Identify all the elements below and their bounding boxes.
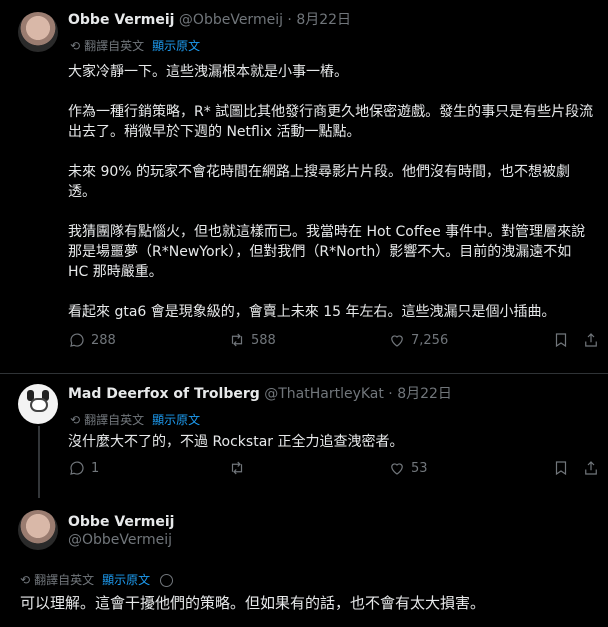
share-icon bbox=[585, 333, 597, 347]
bookmark-icon bbox=[555, 461, 567, 476]
translation-bar: ⟲ 翻譯自英文 顯示原文 bbox=[20, 572, 174, 588]
translate-label: 翻譯自英文 bbox=[34, 573, 95, 587]
like-button[interactable]: 7,256 bbox=[388, 331, 448, 349]
reply-button[interactable]: 1 bbox=[68, 459, 99, 477]
like-count: 7,256 bbox=[411, 332, 449, 348]
avatar[interactable] bbox=[18, 12, 58, 52]
retweet-icon bbox=[231, 461, 243, 475]
avatar[interactable] bbox=[18, 510, 58, 550]
retweet-button[interactable] bbox=[228, 459, 246, 477]
bookmark-button[interactable] bbox=[552, 459, 570, 477]
author-name[interactable]: Mad Deerfox of Trolberg bbox=[68, 386, 260, 402]
reply-icon bbox=[70, 333, 84, 347]
retweet-count: 588 bbox=[251, 332, 276, 348]
like-icon bbox=[391, 335, 403, 347]
show-original-link[interactable]: 顯示原文 bbox=[102, 572, 150, 588]
tweet-text: 可以理解。這會干擾他們的策略。但如果有的話，也不會有太大損害。 bbox=[20, 594, 486, 612]
tweet-2[interactable]: Mad Deerfox of Trolberg @ThatHartleyKat … bbox=[0, 374, 608, 502]
retweet-icon bbox=[231, 333, 243, 347]
retweet-button[interactable]: 588 bbox=[228, 331, 276, 349]
like-count: 53 bbox=[411, 460, 428, 476]
bookmark-icon bbox=[555, 333, 567, 348]
show-original-link[interactable]: 顯示原文 bbox=[152, 38, 200, 54]
reply-count: 1 bbox=[91, 460, 100, 476]
tweet-text: 沒什麼大不了的，不過 Rockstar 正全力追查洩密者。 bbox=[68, 434, 404, 450]
reply-button[interactable]: 288 bbox=[68, 331, 116, 349]
author-handle[interactable]: @ThatHartleyKat · 8月22日 bbox=[264, 386, 452, 402]
author-handle[interactable]: @ObbeVermeij bbox=[68, 532, 172, 548]
translation-bar: ⟲ 翻譯自英文 顯示原文 bbox=[70, 38, 200, 54]
share-button[interactable] bbox=[582, 459, 600, 477]
gear-icon[interactable] bbox=[160, 573, 174, 587]
translate-label: 翻譯自英文 bbox=[84, 39, 145, 53]
like-button[interactable]: 53 bbox=[388, 459, 428, 477]
translation-bar: ⟲ 翻譯自英文 顯示原文 bbox=[70, 412, 200, 428]
tweet-1[interactable]: Obbe Vermeij @ObbeVermeij · 8月22日 ⟲ 翻譯自英… bbox=[0, 0, 608, 372]
translate-icon: ⟲ bbox=[70, 39, 81, 53]
reply-icon bbox=[70, 461, 84, 475]
thread-line bbox=[38, 426, 40, 498]
reply-count: 288 bbox=[91, 332, 116, 348]
tweet-text: 大家冷靜一下。這些洩漏根本就是小事一樁。 作為一種行銷策略，R* 試圖比其他發行… bbox=[68, 64, 594, 320]
avatar[interactable] bbox=[18, 384, 58, 424]
share-button[interactable] bbox=[582, 331, 600, 349]
author-handle[interactable]: @ObbeVermeij · 8月22日 bbox=[179, 12, 351, 28]
share-icon bbox=[585, 461, 597, 475]
translate-icon: ⟲ bbox=[20, 573, 31, 587]
translate-label: 翻譯自英文 bbox=[84, 413, 145, 427]
tweet-3[interactable]: Obbe Vermeij @ObbeVermeij ⟲ 翻譯自英文 顯示原文 可… bbox=[0, 502, 608, 627]
author-name[interactable]: Obbe Vermeij bbox=[68, 514, 174, 530]
like-icon bbox=[391, 463, 403, 475]
bookmark-button[interactable] bbox=[552, 331, 570, 349]
translate-icon: ⟲ bbox=[70, 413, 81, 427]
show-original-link[interactable]: 顯示原文 bbox=[152, 412, 200, 428]
author-name[interactable]: Obbe Vermeij bbox=[68, 12, 174, 28]
